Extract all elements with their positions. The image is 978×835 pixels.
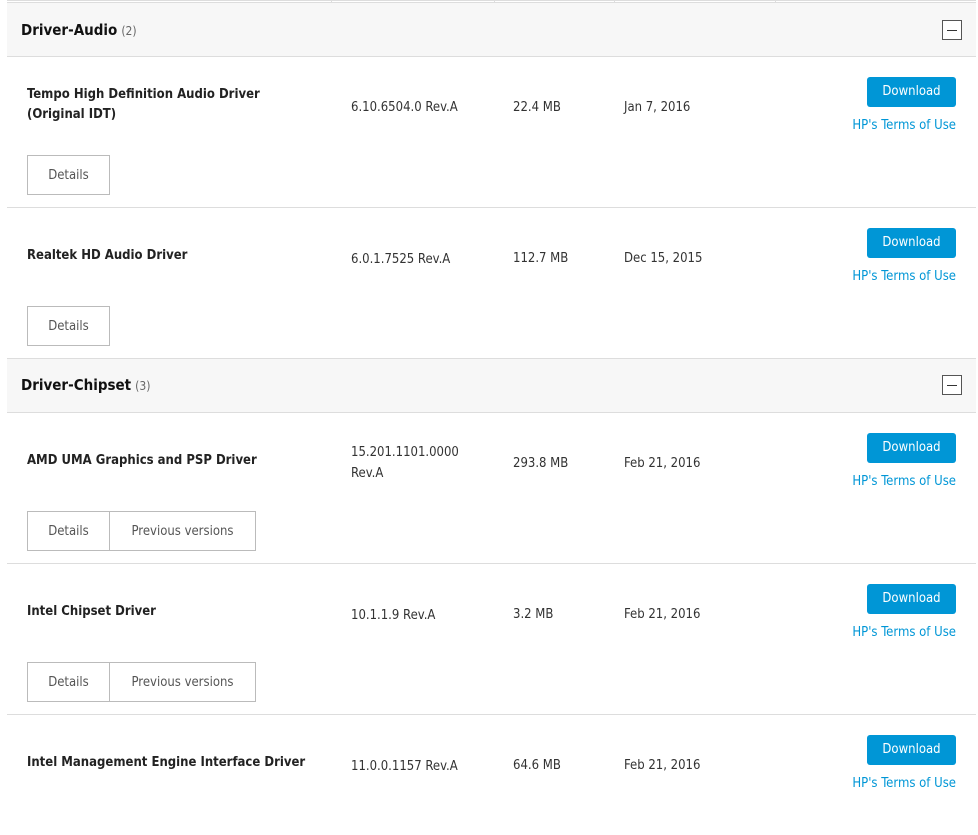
driver-row: AMD UMA Graphics and PSP Driver 15.201.1… bbox=[7, 413, 976, 564]
driver-version: 6.10.6504.0 Rev.A bbox=[351, 100, 458, 115]
driver-date: Feb 21, 2016 bbox=[624, 758, 701, 773]
download-button[interactable]: Download bbox=[867, 584, 956, 614]
category-header-driver-audio[interactable]: Driver-Audio (2) bbox=[7, 2, 976, 57]
download-button[interactable]: Download bbox=[867, 433, 956, 463]
driver-actions: Details Previous versions bbox=[27, 662, 256, 702]
driver-actions: Details bbox=[27, 155, 110, 195]
driver-size: 112.7 MB bbox=[513, 251, 569, 266]
driver-name: Intel Management Engine Interface Driver bbox=[27, 755, 306, 770]
terms-of-use-link[interactable]: HP's Terms of Use bbox=[852, 473, 956, 491]
driver-size: 64.6 MB bbox=[513, 758, 561, 773]
terms-of-use-link[interactable]: HP's Terms of Use bbox=[852, 775, 956, 793]
driver-version: 15.201.1101.0000 Rev.A bbox=[351, 445, 459, 481]
driver-name: Realtek HD Audio Driver bbox=[27, 248, 188, 263]
category-header-driver-chipset[interactable]: Driver-Chipset (3) bbox=[7, 358, 976, 413]
details-button[interactable]: Details bbox=[27, 306, 110, 346]
driver-actions: Details bbox=[27, 306, 110, 346]
category-count: (2) bbox=[121, 24, 137, 38]
driver-date: Feb 21, 2016 bbox=[624, 456, 701, 471]
previous-versions-button[interactable]: Previous versions bbox=[110, 662, 256, 702]
driver-date: Dec 15, 2015 bbox=[624, 251, 703, 266]
driver-size: 3.2 MB bbox=[513, 607, 554, 622]
download-button[interactable]: Download bbox=[867, 735, 956, 765]
terms-of-use-link[interactable]: HP's Terms of Use bbox=[852, 268, 956, 286]
driver-version: 10.1.1.9 Rev.A bbox=[351, 608, 436, 623]
details-button[interactable]: Details bbox=[27, 155, 110, 195]
details-button[interactable]: Details bbox=[27, 511, 110, 551]
collapse-toggle-icon[interactable] bbox=[942, 375, 962, 395]
driver-version: 11.0.0.1157 Rev.A bbox=[351, 759, 458, 774]
previous-versions-button[interactable]: Previous versions bbox=[110, 511, 256, 551]
download-button[interactable]: Download bbox=[867, 77, 956, 107]
collapse-toggle-icon[interactable] bbox=[942, 20, 962, 40]
driver-name: AMD UMA Graphics and PSP Driver bbox=[27, 453, 257, 468]
driver-size: 22.4 MB bbox=[513, 100, 561, 115]
category-count: (3) bbox=[135, 379, 151, 393]
driver-name: Intel Chipset Driver bbox=[27, 604, 156, 619]
details-button[interactable]: Details bbox=[27, 662, 110, 702]
driver-date: Feb 21, 2016 bbox=[624, 607, 701, 622]
driver-row: Intel Chipset Driver 10.1.1.9 Rev.A 3.2 … bbox=[7, 564, 976, 715]
download-button[interactable]: Download bbox=[867, 228, 956, 258]
terms-of-use-link[interactable]: HP's Terms of Use bbox=[852, 624, 956, 642]
driver-name: Tempo High Definition Audio Driver (Orig… bbox=[27, 87, 260, 122]
driver-row: Realtek HD Audio Driver 6.0.1.7525 Rev.A… bbox=[7, 208, 976, 359]
category-title: Driver-Audio (2) bbox=[21, 21, 137, 39]
terms-of-use-link[interactable]: HP's Terms of Use bbox=[852, 117, 956, 135]
driver-size: 293.8 MB bbox=[513, 456, 569, 471]
driver-actions: Details Previous versions bbox=[27, 511, 256, 551]
driver-row: Intel Management Engine Interface Driver… bbox=[7, 715, 976, 835]
driver-row: Tempo High Definition Audio Driver (Orig… bbox=[7, 57, 976, 208]
driver-date: Jan 7, 2016 bbox=[624, 100, 691, 115]
driver-version: 6.0.1.7525 Rev.A bbox=[351, 252, 451, 267]
category-title: Driver-Chipset (3) bbox=[21, 376, 151, 394]
